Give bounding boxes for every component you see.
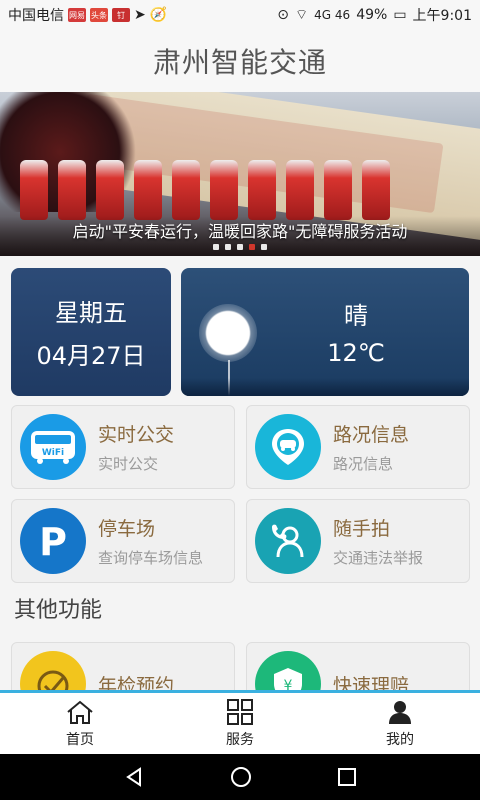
sun-icon	[199, 304, 257, 362]
tile-title: 停车场	[98, 518, 156, 540]
battery-icon: ▭	[393, 7, 407, 23]
nav-home-label: 首页	[66, 731, 94, 748]
weekday-label: 星期五	[55, 299, 127, 327]
carousel-indicator	[0, 244, 480, 250]
clock-label: 上午9:01	[412, 8, 472, 24]
battery-label: 49%	[356, 7, 388, 23]
banner-carousel[interactable]: 启动"平安春运行，温暖回家路"无障碍服务活动	[0, 92, 480, 256]
navigation-icon: 🧭	[149, 7, 168, 23]
carousel-dot[interactable]	[237, 244, 243, 250]
grid-icon	[227, 698, 253, 725]
tile-subtitle: 交通违法举报	[333, 549, 424, 567]
weather-temperature: 12℃	[327, 339, 385, 367]
location-icon: ⊙	[277, 7, 289, 23]
page-title: 肃州智能交通	[152, 46, 327, 79]
parking-icon: P	[20, 508, 86, 574]
carousel-dot-active[interactable]	[249, 244, 255, 250]
tile-title: 路况信息	[333, 424, 410, 446]
notification-badge-3: 钉	[112, 8, 130, 22]
system-navigation-bar	[0, 754, 480, 800]
recents-icon[interactable]	[336, 766, 358, 788]
tile-title: 实时公交	[98, 424, 175, 446]
weather-card[interactable]: 晴 12℃	[181, 268, 469, 396]
nav-home[interactable]: 首页	[0, 693, 160, 754]
back-icon[interactable]	[122, 765, 146, 789]
carrier-label: 中国电信	[8, 8, 64, 24]
section-title-other-functions: 其他功能	[14, 598, 103, 623]
home-circle-icon[interactable]	[229, 765, 253, 789]
tile-subtitle: 实时公交	[98, 455, 159, 473]
parking-tile[interactable]: P 停车场 查询停车场信息	[11, 499, 235, 583]
app-header: 肃州智能交通	[0, 30, 480, 92]
send-icon: ➤	[134, 7, 146, 23]
nav-services-label: 服务	[226, 731, 254, 748]
notification-badge-2: 头条	[90, 8, 108, 22]
tile-subtitle: 查询停车场信息	[98, 549, 204, 567]
wifi-icon: ⌔	[294, 7, 309, 23]
svg-text:P: P	[39, 520, 67, 563]
network-label: 4G 46	[314, 8, 351, 22]
road-info-tile[interactable]: 路况信息 路况信息	[246, 405, 470, 489]
tile-title: 随手拍	[333, 518, 391, 540]
carousel-dot[interactable]	[261, 244, 267, 250]
carousel-dot[interactable]	[213, 244, 219, 250]
banner-caption: 启动"平安春运行，温暖回家路"无障碍服务活动	[72, 222, 408, 241]
home-icon	[67, 700, 93, 724]
status-bar: 中国电信 网易 头条 钉 ➤ 🧭 ⊙ ⌔ 4G 46 49% ▭ 上午9:01	[0, 0, 480, 30]
date-card: 星期五 04月27日	[11, 268, 171, 396]
banner-bottles-graphic	[0, 160, 480, 220]
user-icon	[389, 700, 411, 724]
carousel-dot[interactable]	[225, 244, 231, 250]
bus-wifi-icon: WiFi	[20, 414, 86, 480]
svg-text:WiFi: WiFi	[42, 448, 64, 458]
tile-subtitle: 路况信息	[333, 455, 394, 473]
snap-report-tile[interactable]: 随手拍 交通违法举报	[246, 499, 470, 583]
nav-services[interactable]: 服务	[160, 693, 320, 754]
realtime-bus-tile[interactable]: WiFi 实时公交 实时公交	[11, 405, 235, 489]
date-label: 04月27日	[36, 342, 146, 370]
nav-mine[interactable]: 我的	[320, 693, 480, 754]
bottom-navigation: 首页 服务 我的	[0, 690, 480, 754]
nav-mine-label: 我的	[386, 731, 414, 748]
notification-badge-1: 网易	[68, 8, 86, 22]
weather-condition: 晴	[344, 302, 368, 330]
phone-person-icon	[255, 508, 321, 574]
car-location-icon	[255, 414, 321, 480]
